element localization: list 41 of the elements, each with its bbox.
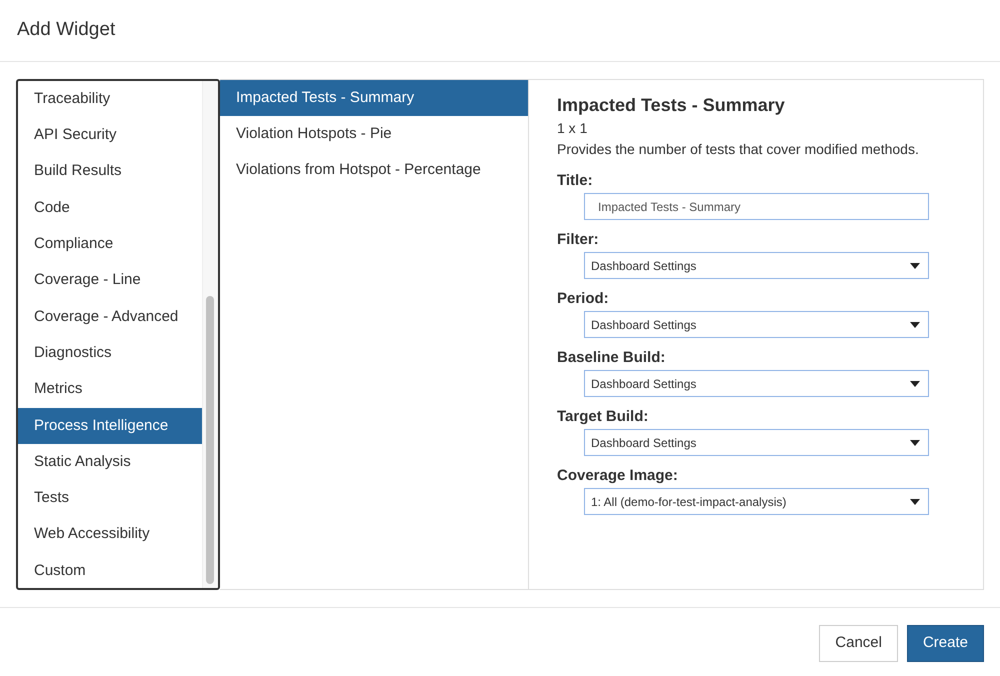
scrollbar[interactable] (202, 81, 218, 588)
category-item[interactable]: Static Analysis (18, 444, 202, 480)
widget-item[interactable]: Violations from Hotspot - Percentage (220, 152, 528, 188)
category-item[interactable]: Web Accessibility (18, 516, 202, 553)
category-item[interactable]: Diagnostics (18, 335, 202, 372)
select-dropdown[interactable]: Dashboard Settings (584, 311, 929, 338)
caret-icon (910, 380, 920, 386)
select-dropdown[interactable]: 1: All (demo-for-test-impact-analysis) (584, 488, 929, 515)
select-dropdown[interactable]: Dashboard Settings (584, 252, 929, 279)
field-label: Coverage Image: (557, 466, 679, 486)
caret-icon (910, 498, 920, 504)
category-item[interactable]: Custom (18, 552, 202, 588)
dialog-title: Add Widget (17, 18, 116, 42)
select-dropdown[interactable]: Dashboard Settings (584, 429, 929, 456)
widget-item[interactable]: Impacted Tests - Summary (220, 80, 528, 116)
category-item[interactable]: Coverage - Advanced (18, 298, 202, 336)
create-button[interactable]: Create (906, 625, 984, 662)
caret-icon (910, 440, 920, 446)
field-label: Period: (557, 289, 610, 309)
caret-icon (910, 322, 920, 328)
select-dropdown[interactable]: Dashboard Settings (584, 370, 929, 397)
widget-description: Provides the number of tests that cover modified methods. (557, 140, 920, 159)
widget-item[interactable]: Violation Hotspots - Pie (220, 116, 528, 152)
category-item[interactable]: Compliance (18, 226, 202, 262)
category-item[interactable]: API Security (18, 117, 202, 154)
widget-title: Impacted Tests - Summary (557, 94, 786, 117)
title-input[interactable]: Impacted Tests - Summary (584, 193, 929, 220)
cancel-button[interactable]: Cancel (819, 625, 898, 662)
field-label: Baseline Build: (557, 348, 666, 368)
field-label: Target Build: (557, 407, 650, 427)
caret-icon (910, 262, 920, 268)
category-item[interactable]: Traceability (18, 81, 202, 118)
field-label: Title: (557, 171, 594, 191)
widget-size: 1 x 1 (557, 119, 588, 138)
category-item[interactable]: Coverage - Line (18, 262, 202, 299)
category-item[interactable]: Build Results (18, 154, 202, 190)
category-item[interactable]: Tests (18, 480, 202, 517)
field-label: Filter: (557, 230, 600, 250)
category-item[interactable]: Process Intelligence (18, 408, 202, 444)
category-item[interactable]: Code (18, 190, 202, 226)
category-item[interactable]: Metrics (18, 371, 202, 408)
